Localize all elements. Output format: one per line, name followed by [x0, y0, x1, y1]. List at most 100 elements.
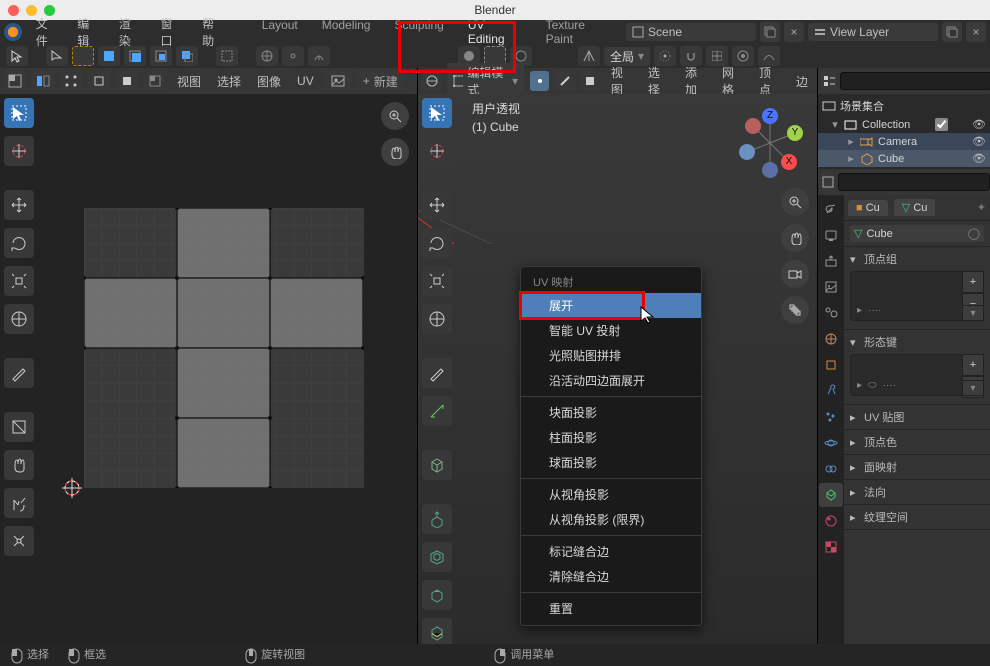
ptab-object[interactable] [819, 353, 843, 377]
breadcrumb-chip-b[interactable]: ▽ Cu [894, 199, 936, 216]
vp-selmode-vert[interactable] [530, 71, 549, 91]
vp-selmode-edge[interactable] [555, 71, 574, 91]
scene-name-field[interactable]: Scene [626, 23, 756, 41]
vg-add-button[interactable]: + [962, 271, 984, 293]
uv-selmode-edge[interactable] [88, 71, 110, 91]
ptab-data[interactable] [819, 483, 843, 507]
nav-gizmo[interactable]: Z Y X [735, 108, 805, 178]
vp-menu-mesh[interactable]: 网格 [717, 64, 748, 98]
tool-scale[interactable] [4, 266, 34, 296]
layer-remove-button[interactable]: × [966, 22, 986, 42]
ctx-item-unwrap[interactable]: 展开 [521, 293, 701, 318]
proportional-toggle[interactable] [732, 46, 754, 66]
ptab-constraints[interactable] [819, 457, 843, 481]
uv-selmode-face[interactable] [116, 71, 138, 91]
vp-menu-edge[interactable]: 边 [791, 73, 813, 90]
pivot-icon[interactable] [654, 46, 676, 66]
vp-menu-vertex[interactable]: 顶点 [754, 64, 785, 98]
vp-menu-add[interactable]: 添加 [680, 64, 711, 98]
tool-rip[interactable] [4, 412, 34, 442]
tab-texture-paint[interactable]: Texture Paint [534, 16, 624, 48]
axis-neg-z[interactable] [762, 162, 778, 178]
tool-cursor[interactable] [4, 136, 34, 166]
section-normals[interactable]: ▸法向 [850, 484, 984, 500]
collection-exclude-checkbox[interactable] [935, 118, 948, 131]
tool-grab[interactable] [4, 450, 34, 480]
scene-remove-button[interactable]: × [784, 22, 804, 42]
outliner-cube[interactable]: ▸ Cube 👁 [818, 150, 990, 167]
orientation-icon[interactable] [578, 46, 600, 66]
vg-menu-button[interactable]: ▾ [962, 305, 984, 321]
section-uv-maps[interactable]: ▸UV 贴图 [850, 409, 984, 425]
ptab-scene[interactable] [819, 301, 843, 325]
ctx-item-cyl-proj[interactable]: 柱面投影 [521, 425, 701, 450]
vp-tool-add-cube[interactable] [422, 450, 452, 480]
blender-logo-icon[interactable] [4, 23, 22, 41]
ptab-physics[interactable] [819, 431, 843, 455]
axis-neg-x[interactable] [745, 118, 761, 134]
axis-neg-y[interactable] [739, 144, 755, 160]
pin-icon[interactable]: ✦ [977, 201, 986, 214]
tool-move[interactable] [4, 190, 34, 220]
ptab-world[interactable] [819, 327, 843, 351]
tab-layout[interactable]: Layout [250, 16, 310, 48]
vp-tool-loopcut[interactable] [422, 618, 452, 644]
uv-canvas[interactable] [0, 94, 417, 644]
tool-rotate[interactable] [4, 228, 34, 258]
visibility-icon[interactable]: 👁 [972, 135, 986, 148]
extra-tool-c[interactable] [308, 46, 330, 66]
outliner-camera[interactable]: ▸ Camera 👁 [818, 133, 990, 150]
outliner-filter-search[interactable] [840, 72, 990, 90]
uv-menu-image[interactable]: 图像 [252, 73, 286, 90]
ctx-item-follow-quads[interactable]: 沿活动四边面展开 [521, 368, 701, 393]
uv-zoom-gizmo[interactable] [381, 102, 409, 130]
ptab-tool[interactable] [819, 197, 843, 221]
disclosure-icon[interactable]: ▸ [846, 135, 856, 148]
visibility-icon[interactable]: 👁 [972, 118, 986, 131]
ptab-material[interactable] [819, 509, 843, 533]
orientation-dropdown[interactable]: 全局▾ [604, 47, 650, 66]
ctx-item-cube-proj[interactable]: 块面投影 [521, 400, 701, 425]
vp-pan-gizmo[interactable] [781, 224, 809, 252]
snap-toggle[interactable] [680, 46, 702, 66]
ctx-item-reset[interactable]: 重置 [521, 596, 701, 621]
properties-type-dropdown[interactable] [822, 172, 834, 192]
vp-tool-scale[interactable] [422, 266, 452, 296]
extra-tool-a[interactable] [256, 46, 278, 66]
uv-menu-select[interactable]: 选择 [212, 73, 246, 90]
ctx-item-project-view-bounds[interactable]: 从视角投影 (限界) [521, 507, 701, 532]
vp-menu-select[interactable]: 选择 [643, 64, 674, 98]
menu-help[interactable]: 帮助 [194, 13, 234, 51]
close-window-button[interactable] [8, 5, 19, 16]
section-vertex-colors[interactable]: ▸顶点色 [850, 434, 984, 450]
ctx-item-sphere-proj[interactable]: 球面投影 [521, 450, 701, 475]
sk-add-button[interactable]: + [962, 354, 984, 376]
ptab-texture[interactable] [819, 535, 843, 559]
disclosure-icon[interactable]: ▸ [846, 152, 856, 165]
tool-transform[interactable] [4, 304, 34, 334]
tool-pinch[interactable] [4, 526, 34, 556]
sk-menu-button[interactable]: ▾ [962, 380, 984, 396]
ptab-render[interactable] [819, 223, 843, 247]
visibility-icon[interactable]: 👁 [972, 152, 986, 165]
ctx-item-smart-uv[interactable]: 智能 UV 投射 [521, 318, 701, 343]
uv-sync-select[interactable] [32, 71, 54, 91]
disclosure-icon[interactable]: ▾ [830, 118, 840, 131]
tool-relax[interactable] [4, 488, 34, 518]
menu-window[interactable]: 窗口 [153, 13, 193, 51]
uv-selmode-vert[interactable] [60, 71, 82, 91]
ctx-item-clear-seam[interactable]: 清除缝合边 [521, 564, 701, 589]
uv-menu-uv[interactable]: UV [292, 74, 319, 88]
vp-tool-annotate[interactable] [422, 358, 452, 388]
menu-render[interactable]: 渲染 [111, 13, 151, 51]
vp-tool-move[interactable] [422, 190, 452, 220]
tab-modeling[interactable]: Modeling [310, 16, 383, 48]
extra-tool-b[interactable] [282, 46, 304, 66]
ptab-particles[interactable] [819, 405, 843, 429]
ctx-item-lightmap[interactable]: 光照贴图拼排 [521, 343, 701, 368]
breadcrumb-chip-a[interactable]: ■ Cu [848, 200, 888, 216]
tool-annotate[interactable] [4, 358, 34, 388]
tool-select-box[interactable] [4, 98, 34, 128]
axis-x[interactable]: X [781, 154, 797, 170]
axis-y[interactable]: Y [787, 125, 803, 141]
